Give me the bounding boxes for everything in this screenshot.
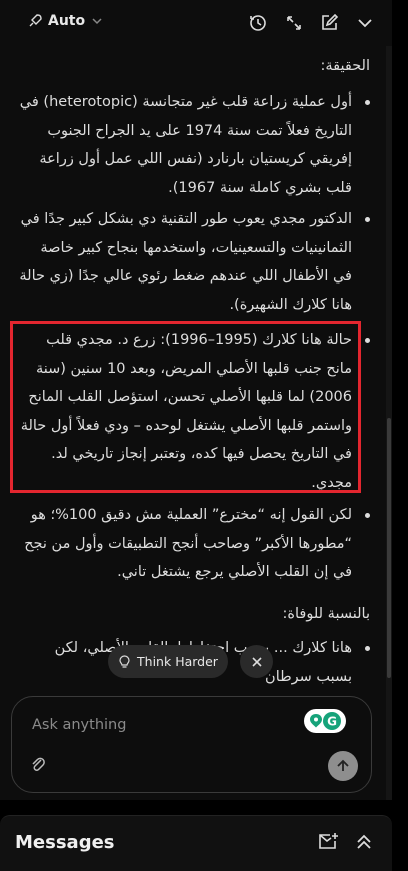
close-icon [251,656,262,667]
attachment-icon[interactable] [30,755,46,773]
list-item-text: لكن القول إنه “مخترع” العملية مش دقيق 10… [24,507,352,580]
list-item: أول عملية زراعة قلب غير متجانسة (heterot… [17,88,370,202]
lightbulb-icon [119,654,130,668]
rocket-icon [29,14,42,27]
composer-input[interactable]: Ask anything [32,717,126,733]
new-message-icon[interactable] [318,832,340,852]
grammarly-icon: G [310,712,341,730]
bullet-dot [365,217,370,222]
close-button[interactable] [240,645,273,678]
bullet-dot [365,100,370,105]
svg-text:G: G [327,715,337,729]
heading-death: بالنسبة للوفاة: [282,606,370,622]
think-harder-button[interactable]: Think Harder [108,645,228,678]
new-chat-icon[interactable] [319,13,339,33]
bullet-dot [365,646,370,651]
list-item-text: الدكتور مجدي يعوب طور التقنية دي بشكل كب… [19,211,352,313]
double-chevron-up-icon[interactable] [354,832,374,852]
collapse-chevron-icon[interactable] [355,13,375,33]
scrollbar-thumb[interactable] [387,418,391,678]
history-icon[interactable] [248,13,268,33]
grammarly-badge[interactable]: G [304,709,346,733]
bullet-dot [365,513,370,518]
heading-truth: الحقيقة: [320,58,370,74]
list-item: الدكتور مجدي يعوب طور التقنية دي بشكل كب… [17,205,370,319]
model-selector[interactable]: Auto [28,13,103,29]
messages-title: Messages [15,832,115,853]
chat-panel: Auto الحقيقة: أول عملية زراعة قلب غير مت… [0,0,392,800]
composer[interactable]: Ask anything G [11,696,372,793]
chevron-down-icon [92,18,102,25]
model-label: Auto [48,13,86,29]
bullet-dot [365,338,370,343]
arrow-up-icon [337,759,349,771]
think-harder-label: Think Harder [137,654,218,669]
list-item-text: أول عملية زراعة قلب غير متجانسة (heterot… [19,94,352,196]
top-bar: Auto [0,0,392,46]
send-button[interactable] [328,751,358,781]
expand-icon[interactable] [284,13,304,33]
messages-bar: Messages [0,815,392,871]
list-item: لكن القول إنه “مخترع” العملية مش دقيق 10… [17,501,370,587]
highlight-box [10,321,361,493]
